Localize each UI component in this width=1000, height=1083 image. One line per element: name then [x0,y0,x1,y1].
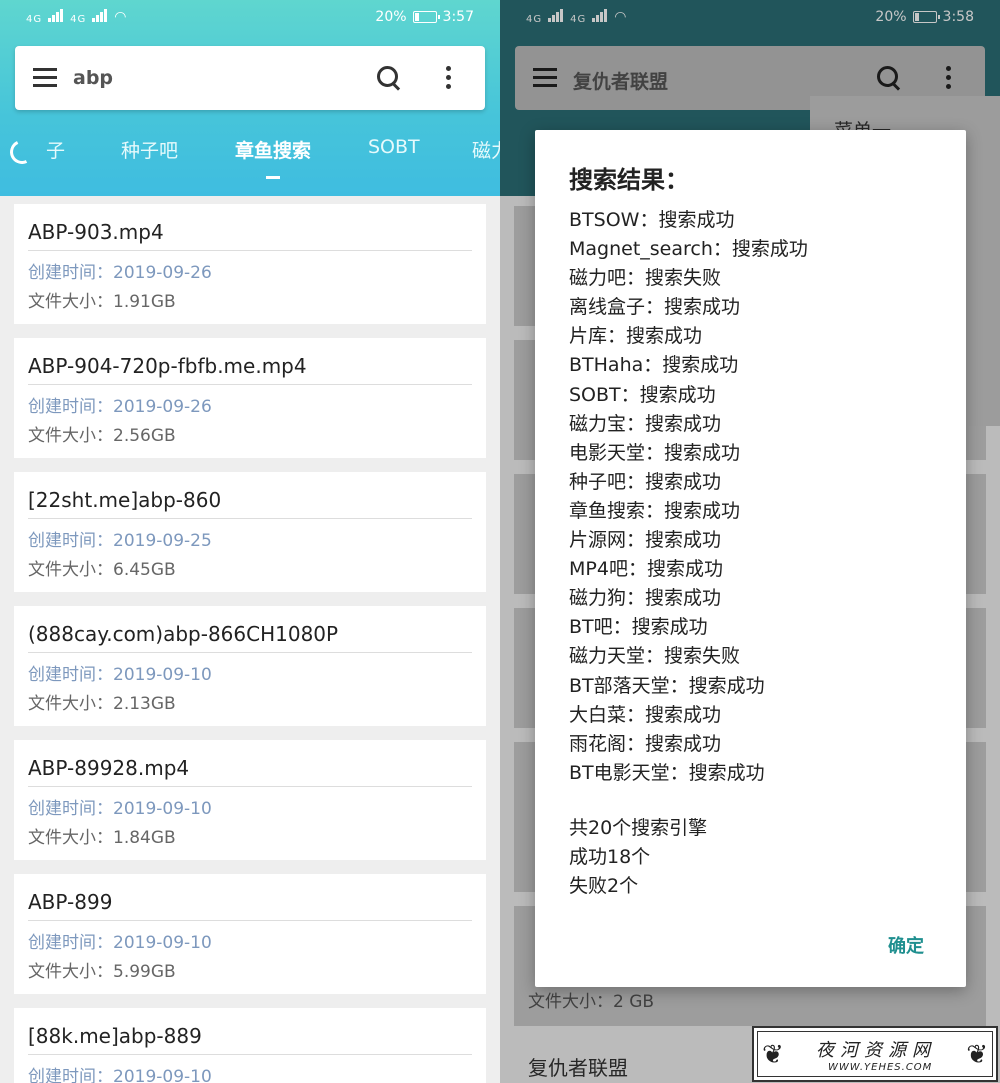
tab-indicator [266,176,280,179]
dialog-title: 搜索结果： [569,166,689,194]
result-title: ABP-904-720p-fbfb.me.mp4 [28,354,307,378]
watermark-url: WWW.YEHES.COM [828,1062,933,1073]
engine-status: 磁力天堂：搜索失败 [569,645,741,668]
divider [28,384,472,385]
result-title: [88k.me]abp-889 [28,1024,202,1048]
result-size: 文件大小：6.45GB [28,560,176,580]
summary-success: 成功18个 [569,846,651,868]
app-bar: 4G 4G ◠ 20% 3:57 abp 子 种子吧 章鱼搜索 SOBT 磁 [0,0,500,196]
result-title: ABP-89928.mp4 [28,756,190,780]
result-card[interactable]: ABP-903.mp4 创建时间：2019-09-26 文件大小：1.91GB [14,204,486,324]
result-title: ABP-903.mp4 [28,220,164,244]
engine-status-list: BTSOW：搜索成功 Magnet_search：搜索成功 磁力吧：搜索失败 离… [569,206,808,788]
engine-status: MP4吧：搜索成功 [569,558,723,581]
result-title: ABP-899 [28,890,113,914]
result-created: 创建时间：2019-09-26 [28,263,212,283]
result-card[interactable]: ABP-899 创建时间：2019-09-10 文件大小：5.99GB [14,874,486,994]
search-result-dialog: 搜索结果： BTSOW：搜索成功 Magnet_search：搜索成功 磁力吧：… [535,130,966,987]
engine-status: 磁力宝：搜索成功 [569,412,722,435]
status-bar: 4G 4G ◠ 20% 3:57 [0,0,500,36]
engine-status: 磁力狗：搜索成功 [569,587,722,610]
result-size: 文件大小：2.13GB [28,694,176,714]
engine-status: 大白菜：搜索成功 [569,703,722,726]
signal-icons: 4G 4G ◠ [26,9,127,25]
tab-engine[interactable]: SOBT [368,136,420,158]
result-title: [22sht.me]abp-860 [28,488,222,512]
engine-status: 离线盒子：搜索成功 [569,296,741,319]
result-size: 文件大小：1.84GB [28,828,176,848]
divider [28,652,472,653]
divider [28,250,472,251]
engine-status: 章鱼搜索：搜索成功 [569,499,741,522]
tab-engine[interactable]: 种子吧 [121,136,178,163]
left-screen: 4G 4G ◠ 20% 3:57 abp 子 种子吧 章鱼搜索 SOBT 磁 A… [0,0,500,1083]
tab-engine-active[interactable]: 章鱼搜索 [235,136,311,163]
result-title: (888cay.com)abp-866CH1080P [28,622,339,646]
result-created: 创建时间：2019-09-10 [28,1067,212,1083]
ok-button[interactable]: 确定 [888,932,924,958]
search-summary: 共20个搜索引擎 成功18个 失败2个 [569,814,707,901]
result-card[interactable]: [22sht.me]abp-860 创建时间：2019-09-25 文件大小：6… [14,472,486,592]
tab-engine[interactable]: 子 [46,136,65,163]
search-icon[interactable] [377,66,401,90]
summary-total: 共20个搜索引擎 [569,817,708,839]
site-watermark: ❦ 夜河资源网 WWW.YEHES.COM ❦ [752,1026,998,1082]
watermark-title: 夜河资源网 [816,1040,936,1061]
battery-icon [412,11,440,23]
result-created: 创建时间：2019-09-10 [28,799,212,819]
engine-tabs: 子 种子吧 章鱼搜索 SOBT 磁力 [0,130,500,170]
engine-status: BTSOW：搜索成功 [569,209,735,231]
ornament-left-icon: ❦ [762,1040,784,1070]
result-created: 创建时间：2019-09-26 [28,397,212,417]
signal-label: 4G [26,14,43,25]
menu-icon[interactable] [33,68,57,88]
result-size: 文件大小：2.56GB [28,426,176,446]
divider [28,786,472,787]
engine-status: BTHaha：搜索成功 [569,354,739,377]
search-bar[interactable]: abp [15,46,485,110]
engine-status: 雨花阁：搜索成功 [569,732,722,755]
engine-status: 片源网：搜索成功 [569,529,722,552]
clock: 3:57 [442,9,474,25]
result-size: 文件大小：1.91GB [28,292,176,312]
battery-percent: 20% [375,9,407,25]
more-vert-icon[interactable] [446,66,452,90]
summary-failed: 失败2个 [569,875,639,897]
search-input[interactable]: abp [73,67,113,89]
wifi-icon: ◠ [114,9,128,25]
ornament-right-icon: ❦ [966,1040,988,1070]
right-screen: 4G 4G ◠ 20% 3:58 复仇者联盟 文件大小：2 GB 复仇者联盟 搜… [500,0,1000,1083]
engine-status: 电影天堂：搜索成功 [569,441,741,464]
result-card[interactable]: (888cay.com)abp-866CH1080P 创建时间：2019-09-… [14,606,486,726]
tab-engine[interactable]: 磁力 [472,136,500,163]
result-size: 文件大小：5.99GB [28,962,176,982]
result-created: 创建时间：2019-09-10 [28,665,212,685]
result-card[interactable]: ABP-904-720p-fbfb.me.mp4 创建时间：2019-09-26… [14,338,486,458]
signal-label-2: 4G [70,14,87,25]
engine-status: BT部落天堂：搜索成功 [569,674,765,697]
result-created: 创建时间：2019-09-10 [28,933,212,953]
engine-status: BT电影天堂：搜索成功 [569,761,765,784]
engine-status: SOBT：搜索成功 [569,383,716,406]
result-created: 创建时间：2019-09-25 [28,531,212,551]
engine-status: 片库：搜索成功 [569,325,703,348]
engine-status: 磁力吧：搜索失败 [569,267,722,290]
divider [28,518,472,519]
divider [28,1054,472,1055]
engine-status: 种子吧：搜索成功 [569,470,722,493]
divider [28,920,472,921]
engine-status: BT吧：搜索成功 [569,616,708,639]
result-card[interactable]: ABP-89928.mp4 创建时间：2019-09-10 文件大小：1.84G… [14,740,486,860]
engine-status: Magnet_search：搜索成功 [569,238,808,261]
result-card[interactable]: [88k.me]abp-889 创建时间：2019-09-10 [14,1008,486,1083]
